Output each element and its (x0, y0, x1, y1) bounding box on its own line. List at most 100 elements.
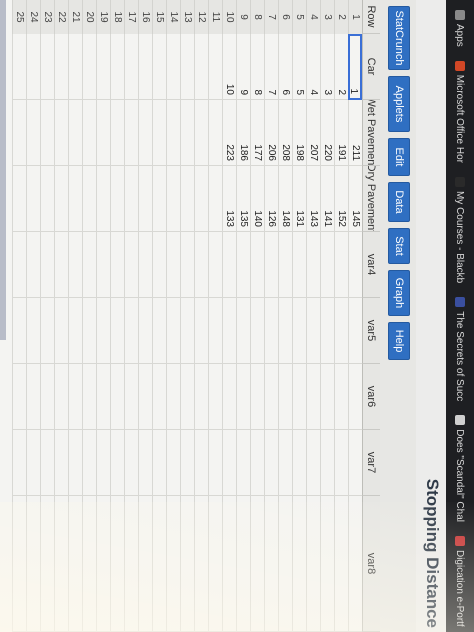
table-cell[interactable] (348, 298, 362, 364)
table-cell[interactable] (334, 430, 348, 496)
table-cell[interactable] (82, 34, 96, 100)
table-cell[interactable] (166, 364, 180, 430)
table-cell[interactable] (124, 496, 138, 632)
table-cell[interactable]: 220 (320, 100, 334, 166)
column-header[interactable]: var8 (362, 496, 380, 632)
table-cell[interactable] (180, 232, 194, 298)
table-cell[interactable]: 5 (292, 34, 306, 100)
menu-edit[interactable]: Edit (388, 138, 410, 176)
table-cell[interactable] (250, 430, 264, 496)
table-cell[interactable] (40, 100, 54, 166)
table-cell[interactable] (138, 166, 152, 232)
column-header[interactable]: Row (362, 0, 380, 34)
table-cell[interactable] (208, 100, 222, 166)
table-cell[interactable] (96, 496, 110, 632)
table-cell[interactable] (180, 100, 194, 166)
table-cell[interactable] (194, 166, 208, 232)
table-cell[interactable] (320, 430, 334, 496)
table-cell[interactable]: 6 (278, 34, 292, 100)
table-cell[interactable]: 7 (264, 34, 278, 100)
table-cell[interactable] (82, 100, 96, 166)
table-cell[interactable] (208, 34, 222, 100)
table-cell[interactable] (12, 430, 26, 496)
table-cell[interactable] (110, 364, 124, 430)
table-cell[interactable] (82, 496, 96, 632)
table-cell[interactable] (180, 430, 194, 496)
table-cell[interactable] (222, 364, 236, 430)
table-cell[interactable] (222, 430, 236, 496)
table-cell[interactable] (40, 364, 54, 430)
menu-statcrunch[interactable]: StatCrunch (388, 6, 410, 70)
table-cell[interactable] (264, 496, 278, 632)
table-cell[interactable] (292, 364, 306, 430)
table-cell[interactable] (40, 298, 54, 364)
table-cell[interactable] (278, 430, 292, 496)
table-cell[interactable] (68, 100, 82, 166)
table-cell[interactable] (222, 496, 236, 632)
table-cell[interactable] (124, 364, 138, 430)
table-cell[interactable] (236, 496, 250, 632)
table-cell[interactable] (110, 232, 124, 298)
table-cell[interactable] (236, 430, 250, 496)
bookmark-item[interactable]: Digication e-Portf (455, 535, 466, 627)
table-cell[interactable] (194, 496, 208, 632)
table-cell[interactable] (110, 100, 124, 166)
column-header[interactable]: var4 (362, 232, 380, 298)
table-cell[interactable] (26, 34, 40, 100)
table-cell[interactable] (110, 430, 124, 496)
table-cell[interactable] (110, 166, 124, 232)
table-cell[interactable] (26, 100, 40, 166)
table-cell[interactable] (68, 166, 82, 232)
table-cell[interactable] (12, 166, 26, 232)
table-cell[interactable] (12, 34, 26, 100)
table-cell[interactable] (124, 100, 138, 166)
table-cell[interactable] (194, 232, 208, 298)
column-header[interactable]: Wet Pavement (362, 100, 380, 166)
table-cell[interactable]: 148 (278, 166, 292, 232)
table-cell[interactable] (194, 364, 208, 430)
table-cell[interactable] (26, 496, 40, 632)
bookmark-item[interactable]: The Secrets of Succ (455, 297, 466, 401)
table-cell[interactable] (124, 166, 138, 232)
table-cell[interactable] (306, 232, 320, 298)
table-cell[interactable] (82, 232, 96, 298)
table-cell[interactable] (264, 364, 278, 430)
table-cell[interactable] (180, 298, 194, 364)
table-cell[interactable] (138, 298, 152, 364)
table-cell[interactable] (194, 34, 208, 100)
table-cell[interactable] (250, 496, 264, 632)
table-cell[interactable]: 207 (306, 100, 320, 166)
bookmark-item[interactable]: Apps (455, 10, 466, 47)
table-cell[interactable]: 126 (264, 166, 278, 232)
table-cell[interactable] (348, 364, 362, 430)
table-cell[interactable]: 177 (250, 100, 264, 166)
table-cell[interactable] (236, 298, 250, 364)
table-cell[interactable] (82, 430, 96, 496)
table-cell[interactable] (208, 166, 222, 232)
table-cell[interactable] (208, 430, 222, 496)
table-cell[interactable] (12, 364, 26, 430)
table-cell[interactable]: 3 (320, 34, 334, 100)
table-cell[interactable] (12, 496, 26, 632)
table-cell[interactable] (40, 166, 54, 232)
menu-help[interactable]: Help (388, 322, 410, 360)
table-cell[interactable] (166, 34, 180, 100)
table-cell[interactable] (320, 232, 334, 298)
bookmark-item[interactable]: Microsoft Office Hor (455, 60, 466, 163)
table-cell[interactable] (138, 364, 152, 430)
table-cell[interactable] (166, 430, 180, 496)
table-cell[interactable]: 191 (334, 100, 348, 166)
table-cell[interactable] (82, 364, 96, 430)
table-cell[interactable] (96, 100, 110, 166)
table-cell[interactable] (320, 298, 334, 364)
table-cell[interactable] (124, 298, 138, 364)
table-cell[interactable] (124, 232, 138, 298)
table-cell[interactable] (54, 34, 68, 100)
column-header[interactable]: Car (362, 34, 380, 100)
table-cell[interactable]: 131 (292, 166, 306, 232)
table-cell[interactable]: 135 (236, 166, 250, 232)
bookmark-item[interactable]: My Courses - Blackb (455, 176, 466, 283)
table-cell[interactable] (82, 166, 96, 232)
table-cell[interactable] (236, 232, 250, 298)
table-cell[interactable] (12, 232, 26, 298)
